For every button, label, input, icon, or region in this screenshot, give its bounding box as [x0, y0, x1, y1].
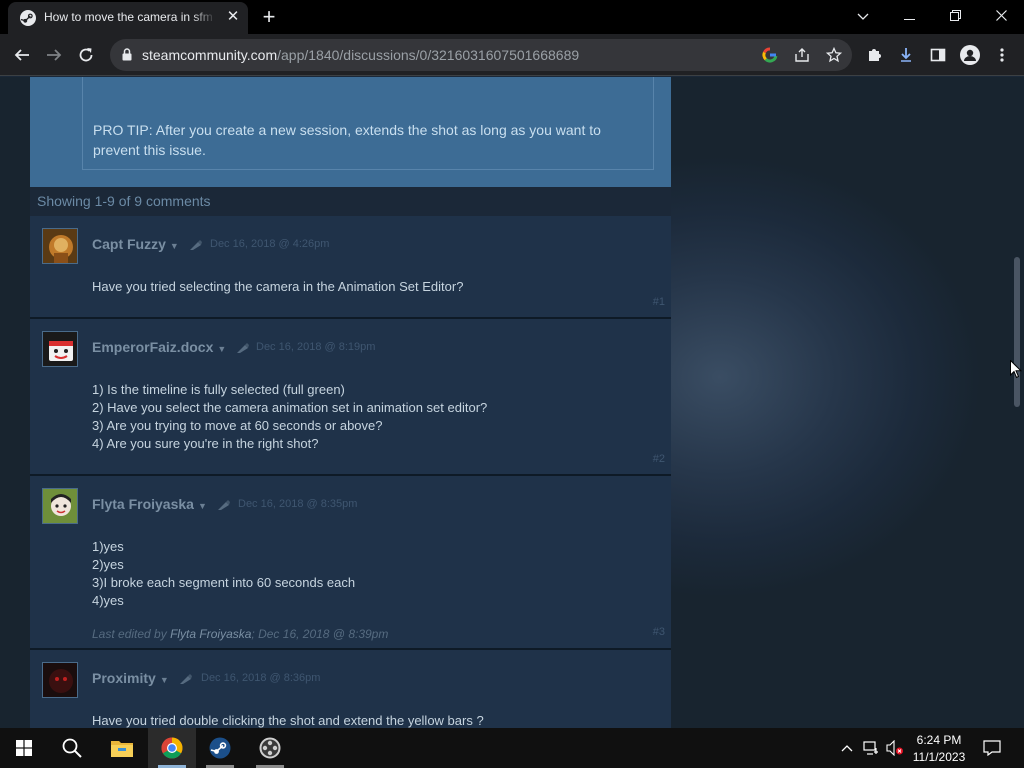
- tab-search-chevron-icon[interactable]: [840, 0, 886, 32]
- comment-author[interactable]: Flyta Froiyaska ▼: [92, 496, 231, 514]
- network-icon[interactable]: [862, 739, 880, 757]
- comment-body: Have you tried selecting the camera in t…: [92, 278, 652, 296]
- comment-line: Have you tried double clicking the shot …: [92, 713, 484, 728]
- award-icon[interactable]: [179, 672, 193, 688]
- steam-favicon-icon: [20, 10, 36, 26]
- browser-menu-icon[interactable]: [990, 43, 1014, 67]
- steam-taskbar-icon[interactable]: [196, 728, 244, 768]
- comment-author[interactable]: Proximity ▼: [92, 670, 193, 688]
- page-content: PRO TIP: After you create a new session,…: [0, 77, 1024, 728]
- url-text[interactable]: steamcommunity.com/app/1840/discussions/…: [142, 47, 579, 63]
- avatar[interactable]: [42, 662, 78, 698]
- avatar[interactable]: [42, 228, 78, 264]
- comment-date: Dec 16, 2018 @ 8:36pm: [201, 672, 321, 684]
- comment-body: 1) Is the timeline is fully selected (fu…: [92, 381, 652, 453]
- comments-count: Showing 1-9 of 9 comments: [37, 193, 211, 209]
- chevron-down-icon[interactable]: ▼: [217, 344, 226, 354]
- restore-button[interactable]: [932, 0, 978, 32]
- new-tab-button[interactable]: +: [256, 4, 282, 30]
- google-lens-icon[interactable]: [760, 45, 780, 65]
- comment-item: Proximity ▼ Dec 16, 2018 @ 8:36pm Have yo…: [30, 650, 671, 728]
- comment-author[interactable]: Capt Fuzzy ▼: [92, 236, 203, 254]
- comment-line: Have you tried selecting the camera in t…: [92, 279, 464, 294]
- minimize-button[interactable]: [886, 0, 932, 32]
- chevron-down-icon[interactable]: ▼: [170, 241, 179, 251]
- comment-line: 1)yes: [92, 539, 124, 554]
- comment-line: 3) Are you trying to move at 60 seconds …: [92, 418, 383, 433]
- op-pro-tip: PRO TIP: After you create a new session,…: [93, 122, 601, 158]
- download-icon[interactable]: [894, 43, 918, 67]
- comment-body: Have you tried double clicking the shot …: [92, 712, 652, 728]
- author-name[interactable]: Flyta Froiyaska: [92, 496, 194, 512]
- comment-line: 1) Is the timeline is fully selected (fu…: [92, 382, 345, 397]
- comment-date: Dec 16, 2018 @ 8:19pm: [256, 341, 376, 353]
- edited-prefix: Last edited by: [92, 627, 167, 641]
- chrome-taskbar-icon[interactable]: [148, 728, 196, 768]
- chevron-down-icon[interactable]: ▼: [198, 501, 207, 511]
- comment-number[interactable]: #1: [653, 296, 665, 308]
- side-panel-icon[interactable]: [926, 43, 950, 67]
- url-path: /app/1840/discussions/0/3216031607501668…: [277, 47, 580, 63]
- background-artwork: [690, 287, 780, 388]
- address-bar[interactable]: steamcommunity.com/app/1840/discussions/…: [110, 39, 852, 71]
- browser-titlebar: How to move the camera in sfm ✕ +: [0, 0, 1024, 34]
- tab-title: How to move the camera in sfm: [44, 10, 216, 24]
- author-name[interactable]: EmperorFaiz.docx: [92, 339, 213, 355]
- comment-date: Dec 16, 2018 @ 4:26pm: [210, 238, 330, 250]
- share-icon[interactable]: [792, 45, 812, 65]
- chevron-down-icon[interactable]: ▼: [160, 675, 169, 685]
- comment-number[interactable]: #3: [653, 626, 665, 638]
- comment-item: EmperorFaiz.docx ▼ Dec 16, 2018 @ 8:19pm …: [30, 319, 671, 476]
- clock-time: 6:24 PM: [916, 733, 962, 747]
- chevron-up-icon[interactable]: [838, 739, 856, 757]
- scrollbar-thumb[interactable]: [1014, 257, 1020, 407]
- comment-item: Flyta Froiyaska ▼ Dec 16, 2018 @ 8:35pm 1…: [30, 476, 671, 650]
- comment-date: Dec 16, 2018 @ 8:35pm: [238, 498, 358, 510]
- taskbar-clock[interactable]: 6:24 PM 11/1/2023: [906, 732, 972, 766]
- last-edited-note: Last edited by Flyta Froiyaska; Dec 16, …: [92, 627, 388, 641]
- comment-item: Capt Fuzzy ▼ Dec 16, 2018 @ 4:26pm Have y…: [30, 216, 671, 319]
- comment-number[interactable]: #2: [653, 453, 665, 465]
- url-host: steamcommunity.com: [142, 47, 278, 63]
- comment-body: 1)yes 2)yes 3)I broke each segment into …: [92, 538, 652, 610]
- comment-line: 2)yes: [92, 557, 124, 572]
- browser-tab[interactable]: How to move the camera in sfm ✕: [8, 2, 248, 34]
- edited-date: ; Dec 16, 2018 @ 8:39pm: [251, 627, 389, 641]
- reload-icon[interactable]: [74, 43, 98, 67]
- forward-arrow-icon[interactable]: [42, 43, 66, 67]
- avatar[interactable]: [42, 488, 78, 524]
- windows-start-icon[interactable]: [0, 728, 48, 768]
- comment-line: 4) Are you sure you're in the right shot…: [92, 436, 319, 451]
- mouse-cursor-icon: [1010, 360, 1022, 379]
- lock-icon[interactable]: [122, 48, 132, 61]
- notifications-icon[interactable]: [982, 739, 1002, 757]
- comment-line: 2) Have you select the camera animation …: [92, 400, 488, 415]
- page-scrollbar[interactable]: [1008, 77, 1024, 728]
- clock-date: 11/1/2023: [912, 750, 966, 764]
- author-name[interactable]: Proximity: [92, 670, 156, 686]
- extensions-puzzle-icon[interactable]: [862, 43, 886, 67]
- tab-close-icon[interactable]: ✕: [224, 8, 242, 26]
- file-explorer-icon[interactable]: [98, 728, 146, 768]
- bookmark-star-icon[interactable]: [824, 45, 844, 65]
- original-post: PRO TIP: After you create a new session,…: [30, 77, 671, 187]
- award-icon[interactable]: [236, 341, 250, 357]
- award-icon[interactable]: [189, 238, 203, 254]
- close-window-button[interactable]: [978, 0, 1024, 32]
- comment-line: 3)I broke each segment into 60 seconds e…: [92, 575, 356, 590]
- sfm-taskbar-icon[interactable]: [246, 728, 294, 768]
- volume-muted-icon[interactable]: [886, 739, 904, 757]
- avatar[interactable]: [42, 331, 78, 367]
- award-icon[interactable]: [217, 498, 231, 514]
- browser-toolbar: steamcommunity.com/app/1840/discussions/…: [0, 34, 1024, 76]
- author-name[interactable]: Capt Fuzzy: [92, 236, 166, 252]
- profile-avatar-icon[interactable]: [958, 43, 982, 67]
- comments-header: Showing 1-9 of 9 comments: [30, 187, 671, 216]
- back-arrow-icon[interactable]: [10, 43, 34, 67]
- windows-taskbar: 6:24 PM 11/1/2023: [0, 728, 1024, 768]
- search-icon[interactable]: [48, 728, 96, 768]
- comment-author[interactable]: EmperorFaiz.docx ▼: [92, 339, 250, 357]
- edited-author[interactable]: Flyta Froiyaska: [170, 627, 251, 641]
- comment-line: 4)yes: [92, 593, 124, 608]
